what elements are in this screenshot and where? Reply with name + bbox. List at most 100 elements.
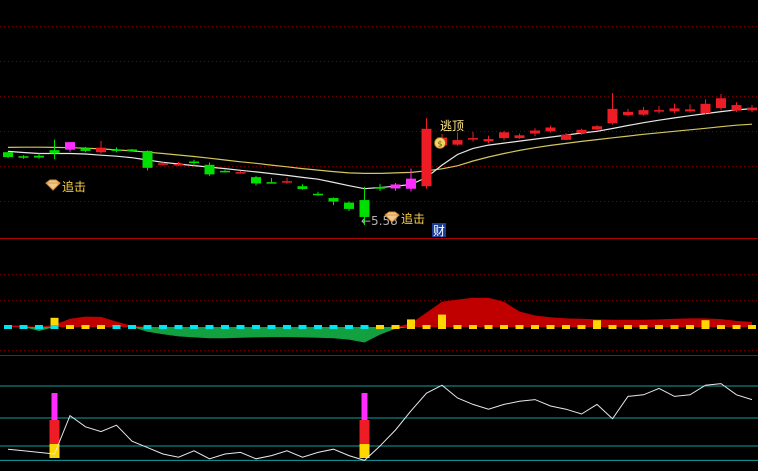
oscillator-dash [593,325,601,329]
oscillator-dash [143,325,152,329]
candle-down [80,148,91,151]
oscillator-dash [670,325,679,329]
signal-column-red [49,420,60,444]
candle-down [111,149,122,151]
candle-up [747,107,757,111]
candle-up [623,111,633,116]
candle-up [282,181,292,183]
candle-down [18,156,29,158]
oscillator-dash [345,325,353,329]
oscillator-dash [469,325,477,329]
candle-up [483,139,494,142]
candle-up [561,134,571,140]
fast-moving-average-line [7,108,753,190]
oscillator-dash [174,325,183,329]
candle-up [96,147,106,153]
oscillator-bar [50,317,59,325]
candle-down [297,186,308,189]
oscillator-dash [267,325,276,329]
candle-down [313,193,323,196]
candle-down [251,177,261,184]
oscillator-dash [66,325,74,329]
oscillator-dash [236,325,245,329]
candle-up [390,184,401,189]
candle-up [468,138,478,140]
oscillator-dash [686,325,694,329]
oscillator-dash [546,325,555,329]
oscillator-dash [732,325,741,329]
signal-column-yellow [359,444,370,458]
buy-signal-marker-1[interactable]: 追击 [45,179,86,194]
candle-up [65,142,75,150]
oscillator-bar [438,314,446,325]
candle-down [375,186,385,189]
candle-up [731,105,742,111]
oscillator-panel[interactable] [4,297,756,343]
candle-up [235,172,246,174]
oscillator-dash [655,325,663,329]
oscillator-dash [484,325,493,329]
oscillator-dash [190,325,198,329]
sell-signal-marker[interactable]: $ [434,137,446,149]
oscillator-dash [4,325,12,329]
oscillator-negative-area [8,327,752,343]
candle-up [530,130,540,134]
candle-down [142,150,153,168]
price-panel[interactable] [3,92,757,226]
oscillator-dash [19,325,28,329]
signal-column-red [359,420,370,444]
oscillator-bar [593,320,601,325]
candle-down [49,150,60,154]
oscillator-dash [112,325,121,329]
oscillator-dash [50,325,59,329]
candle-up [607,108,618,124]
candle-up [592,126,602,130]
oscillator-grid [0,274,758,351]
buy-signal-label-1: 追击 [62,179,86,194]
oscillator-dash [283,325,291,329]
oscillator-dash [128,325,136,329]
signal-column-magenta [51,393,58,420]
oscillator-bar [407,319,415,325]
money-bag-icon: $ [434,137,446,149]
buy-signal-label-2: 追击 [401,211,425,226]
oscillator-positive-area [8,297,752,327]
oscillator-dash [159,325,167,329]
oscillator-dash [314,325,322,329]
candle-down [266,182,277,184]
oscillator-dash [391,325,400,329]
oscillator-dash [624,325,632,329]
cai-badge[interactable]: 财 [432,223,446,238]
candle-up [421,128,432,187]
candle-up [685,109,695,112]
oscillator-dash [438,325,446,329]
oscillator-dash [608,325,617,329]
candle-up [158,163,168,165]
candle-up [545,127,556,132]
oscillator-dash [81,325,90,329]
oscillator-dash [453,325,462,329]
candle-down [328,198,339,202]
candle-down [204,164,215,175]
sell-signal-label: 逃顶 [440,119,464,133]
candle-up [716,98,726,109]
oscillator-dash [360,325,369,329]
oscillator-dash [701,325,710,329]
oscillator-bar [701,320,710,325]
candle-up [514,135,525,139]
candle-up [452,140,463,145]
oscillator-dash [531,325,539,329]
candle-down [189,161,199,164]
indicator-panel[interactable] [0,383,758,461]
oscillator-dash [562,325,570,329]
oscillator-dash [500,325,508,329]
stock-chart-canvas[interactable]: 追击 ←5.58 追击 逃顶 $ 财 [0,0,758,471]
candle-up [576,129,587,134]
oscillator-dash [376,325,384,329]
svg-text:$: $ [437,140,442,149]
oscillator-dash [748,325,756,329]
oscillator-dash [97,325,105,329]
candle-up [173,164,184,166]
candle-down [220,170,230,173]
candle-down [3,152,13,157]
